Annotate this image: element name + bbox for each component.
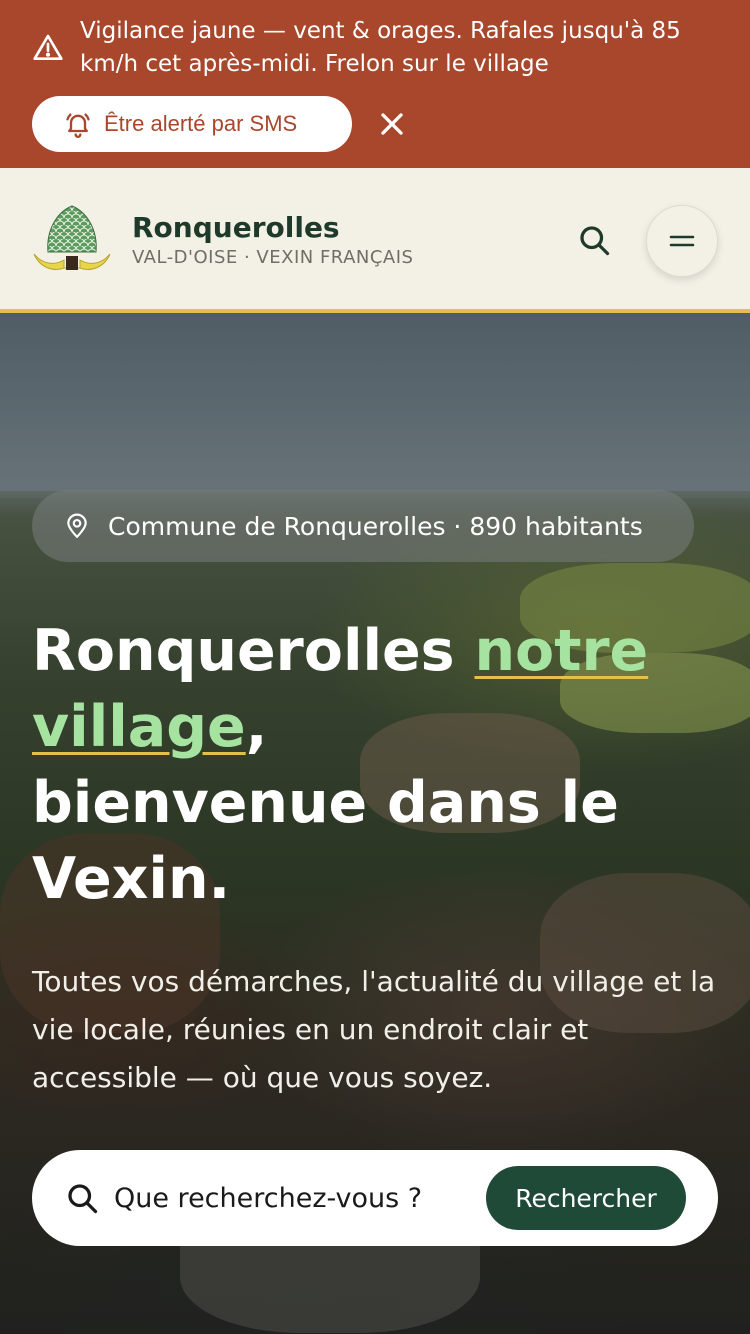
hero-section: Commune de Ronquerolles · 890 habitants … [0,313,750,1334]
warning-triangle-icon [33,34,63,60]
site-subtitle: VAL-D'OISE · VEXIN FRANÇAIS [132,247,414,268]
sms-alert-label: Être alerté par SMS [104,111,298,136]
bell-icon [66,113,90,138]
hero-title-part3: bienvenue dans le Vexin. [32,770,619,912]
menu-button[interactable] [646,205,718,277]
hero-description: Toutes vos démarches, l'actualité du vil… [32,965,716,1094]
village-logo-icon[interactable] [32,204,112,276]
search-icon[interactable] [576,222,612,258]
hero-search-bar: Rechercher [32,1150,718,1246]
commune-info-pill: Commune de Ronquerolles · 890 habitants [32,490,694,562]
site-header: Ronquerolles VAL-D'OISE · VEXIN FRANÇAIS [0,168,750,313]
close-icon[interactable] [374,106,410,142]
hamburger-icon [669,235,695,247]
hero-sky [0,313,750,498]
search-icon [68,1184,98,1214]
commune-info-label: Commune de Ronquerolles · 890 habitants [108,511,643,541]
alert-message: Vigilance jaune — vent & orages. Rafales… [80,18,681,77]
vigilance-alert-banner: Vigilance jaune — vent & orages. Rafales… [0,0,750,168]
hero-title: Ronquerolles notre village, bienvenue da… [32,613,722,917]
search-submit-button[interactable]: Rechercher [486,1166,686,1230]
map-pin-icon [67,513,87,538]
hero-title-part1: Ronquerolles [32,618,475,684]
sms-alert-button[interactable]: Être alerté par SMS [32,96,352,152]
search-input[interactable] [114,1174,474,1222]
hero-title-part2: , [245,694,268,760]
site-name[interactable]: Ronquerolles [132,211,340,244]
